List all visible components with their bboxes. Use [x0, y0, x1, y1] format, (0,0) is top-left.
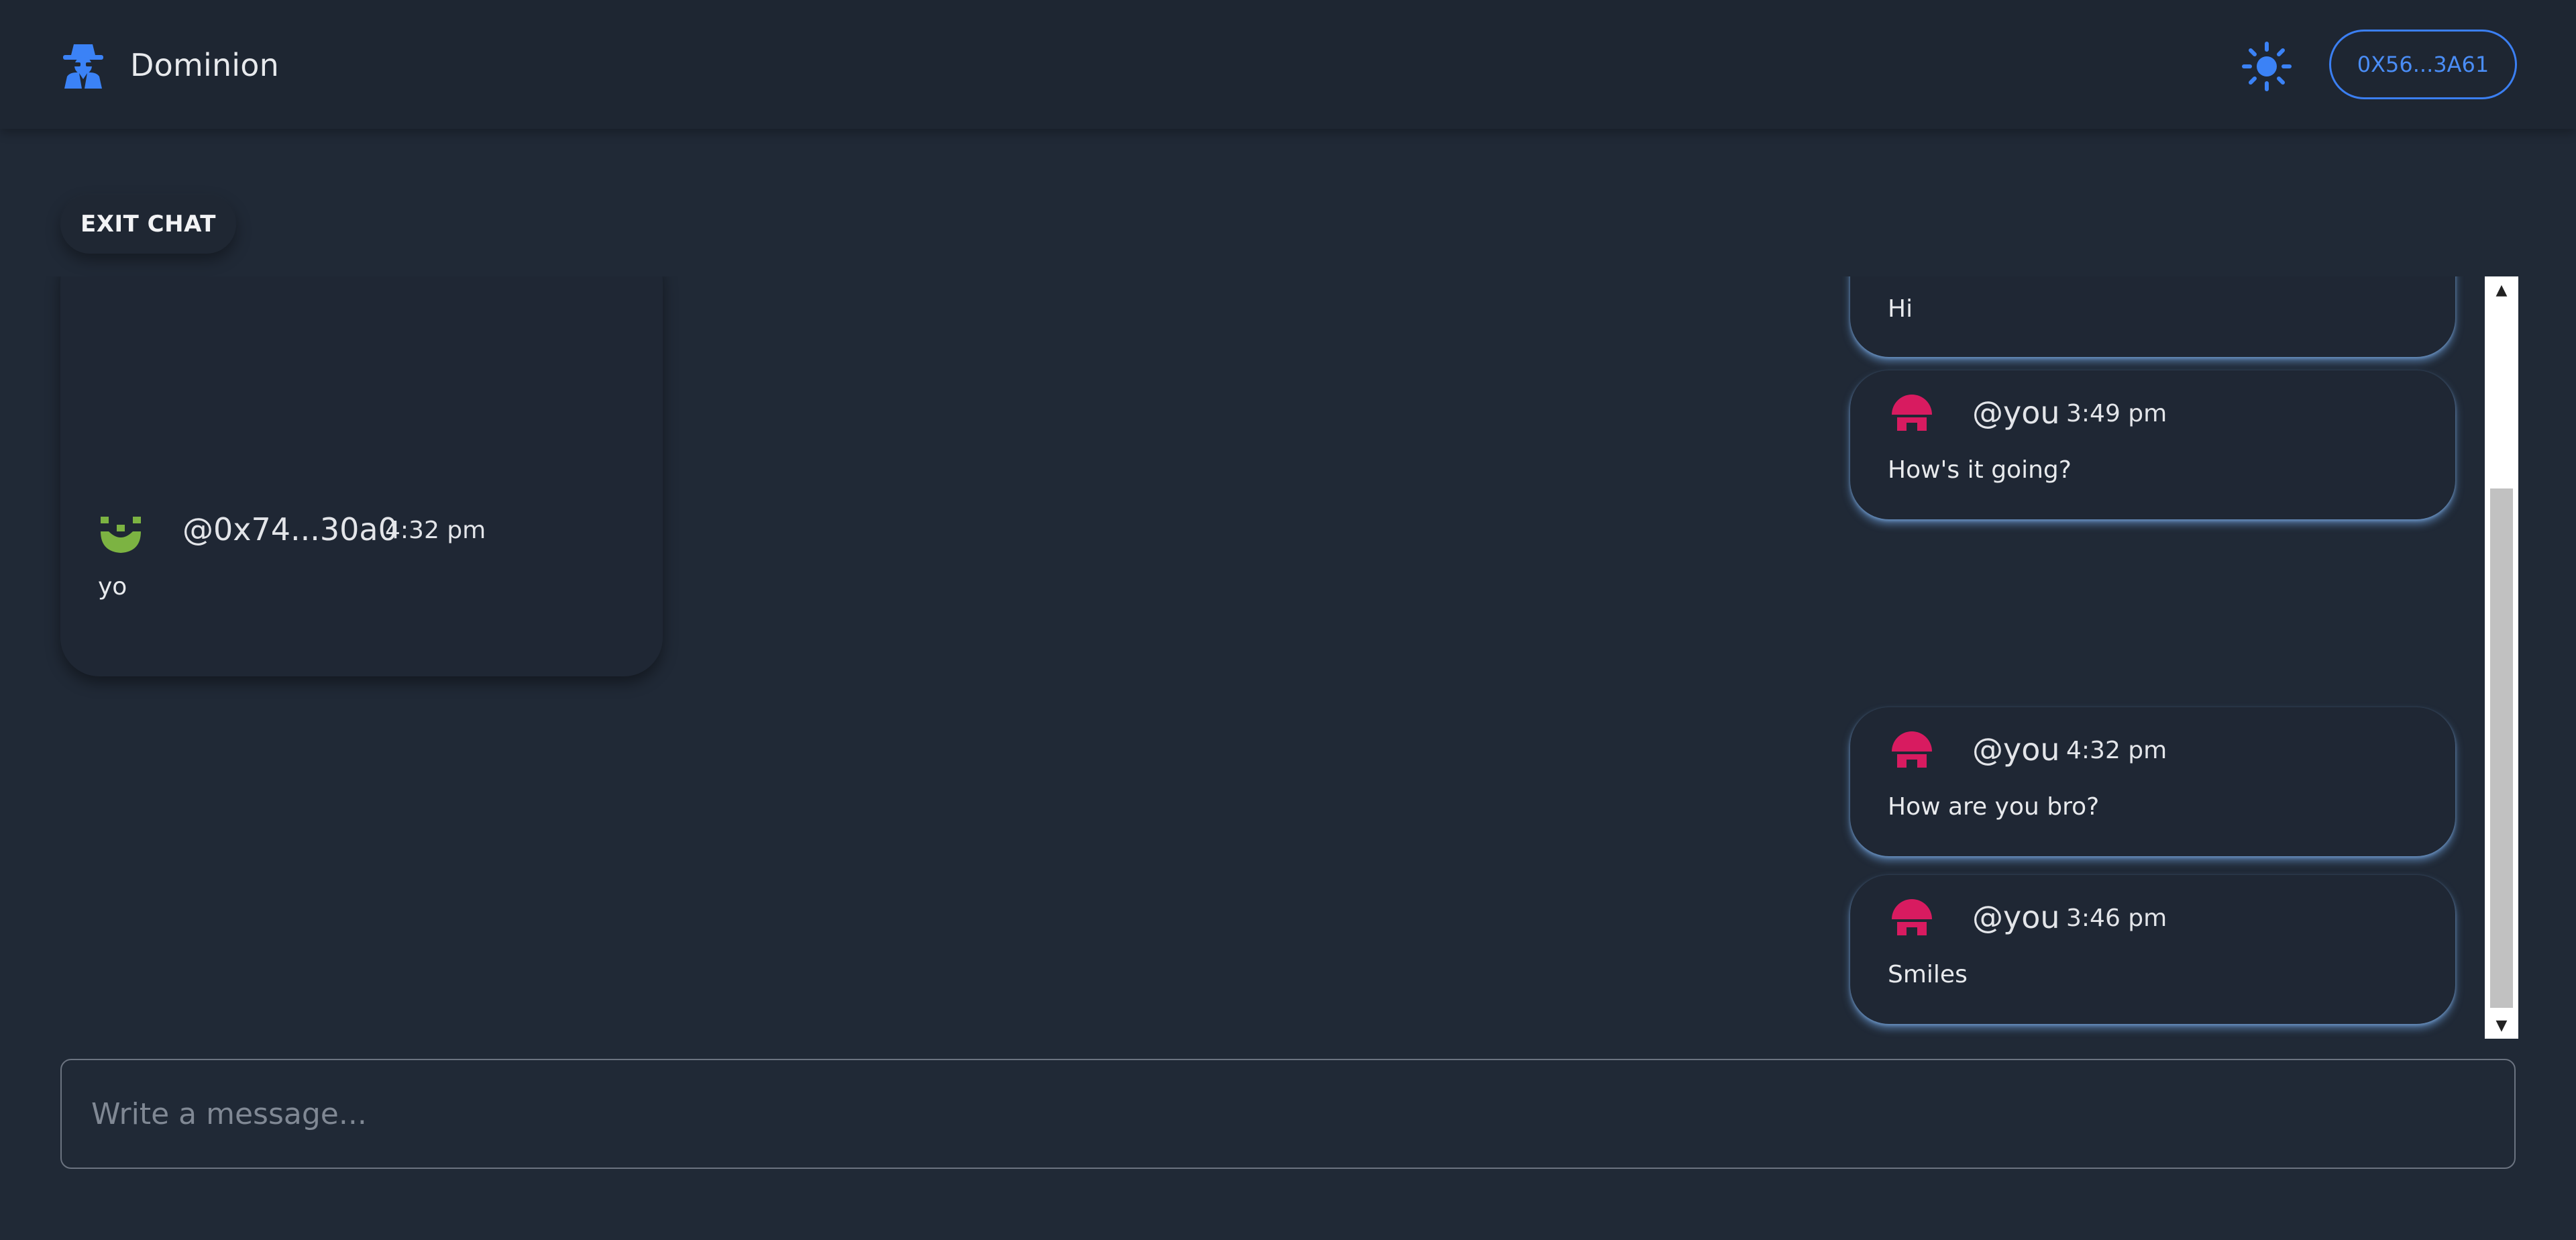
avatar	[1892, 899, 1932, 937]
message-text: Smiles	[1888, 961, 1968, 988]
top-nav: Dominion 0X56...3A61	[0, 0, 2576, 129]
brand[interactable]: Dominion	[62, 42, 279, 89]
message-list-scrollbar[interactable]: ▲ ▼	[2485, 276, 2518, 1039]
message-time: 3:46 pm	[2066, 905, 2167, 932]
message-sender[interactable]: @you	[1972, 899, 2060, 935]
message-sender[interactable]: @you	[1972, 731, 2060, 768]
message-item: @you 4:32 pm How are you bro?	[1850, 707, 2455, 856]
avatar	[101, 517, 141, 553]
message-item: @you 3:46 pm Smiles	[1850, 875, 2455, 1024]
message-list: Hi @you 3:49 pm How's it going? @0x74...…	[0, 276, 2576, 1039]
exit-chat-button[interactable]: EXIT CHAT	[60, 195, 236, 254]
message-text: yo	[98, 573, 127, 601]
message-item: @you 3:49 pm How's it going?	[1850, 370, 2455, 519]
scroll-thumb[interactable]	[2490, 488, 2513, 1008]
scroll-down-icon[interactable]: ▼	[2485, 1012, 2518, 1039]
scroll-up-icon[interactable]: ▲	[2485, 276, 2518, 303]
message-input[interactable]	[60, 1059, 2516, 1169]
avatar	[1892, 731, 1932, 769]
sun-icon[interactable]	[2242, 42, 2292, 91]
wallet-address-button[interactable]: 0X56...3A61	[2329, 30, 2517, 99]
app-name: Dominion	[130, 47, 279, 83]
message-time: 4:32 pm	[2066, 737, 2167, 764]
avatar	[1892, 395, 1932, 432]
message-text: How's it going?	[1888, 456, 2072, 484]
message-time: 3:49 pm	[2066, 400, 2167, 427]
message-item: Hi	[1850, 276, 2455, 357]
message-text: Hi	[1888, 295, 1913, 323]
spy-icon	[63, 44, 103, 89]
message-text: How are you bro?	[1888, 793, 2100, 821]
message-sender[interactable]: @you	[1972, 395, 2060, 431]
message-time: 4:32 pm	[385, 517, 486, 544]
message-item: @0x74...30a0 4:32 pm yo	[60, 276, 663, 676]
message-sender[interactable]: @0x74...30a0	[182, 511, 398, 548]
